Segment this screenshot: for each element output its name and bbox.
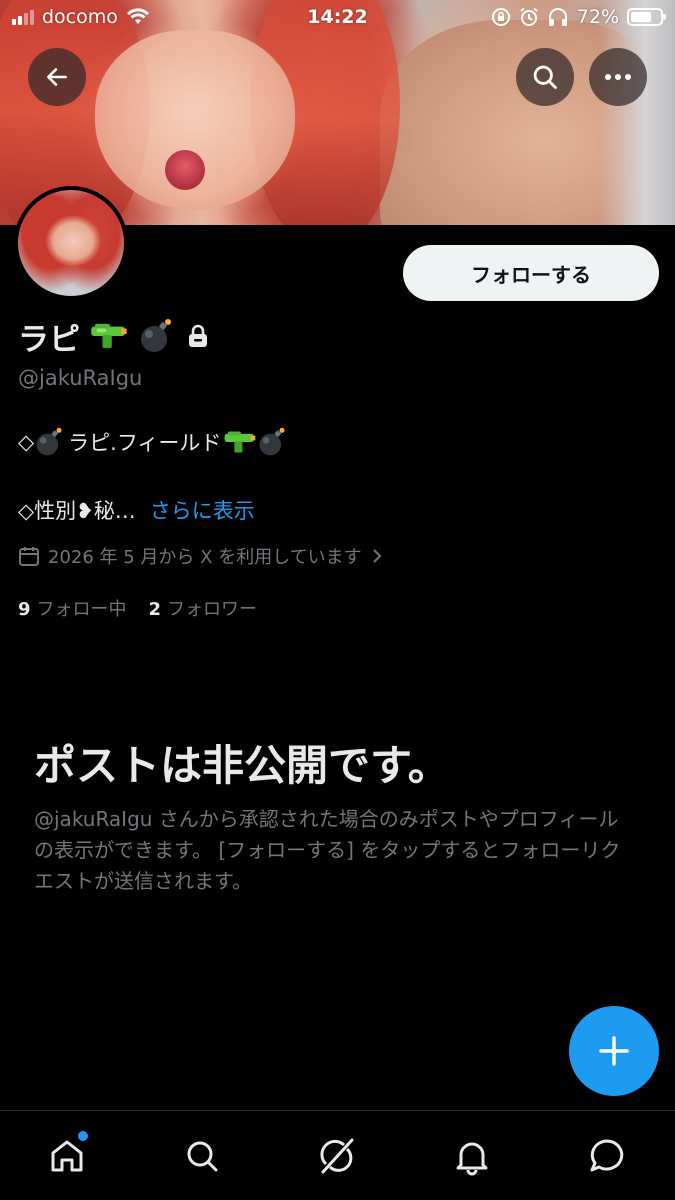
grok-icon [320, 1138, 354, 1174]
back-button[interactable] [28, 48, 86, 106]
chevron-right-icon [372, 549, 382, 563]
private-posts-description: @jakuRaIgu さんから承認された場合のみポストやプロフィールの表示ができ… [34, 807, 621, 893]
notifications-icon [456, 1142, 488, 1176]
followers-link[interactable]: 2 フォロワー [149, 595, 258, 621]
profile-handle: @jakuRaIgu [18, 366, 143, 390]
tab-search[interactable] [177, 1131, 227, 1181]
bio-line-1: ◇ ラピ.フィールド [18, 424, 287, 460]
joined-date: 2026 年 5 月から X を利用しています [48, 547, 362, 568]
display-name: ラピ [18, 321, 80, 358]
profile-name-row: ラピ [18, 314, 210, 358]
status-bar: docomo 14:22 72% [0, 0, 675, 38]
followers-count: 2 [148, 599, 162, 620]
following-link[interactable]: 9 フォロー中 [18, 595, 127, 621]
bio-line-2: ◇性別❥秘… さらに表示 [18, 494, 255, 526]
search-button[interactable] [516, 48, 574, 106]
lock-icon [189, 324, 207, 347]
alarm-icon [520, 7, 538, 26]
battery-percent: 72% [576, 6, 619, 28]
home-notification-dot [78, 1131, 88, 1141]
plus-icon [599, 1036, 629, 1066]
back-arrow-icon [47, 68, 67, 86]
followers-label: フォロワー [167, 599, 258, 620]
follow-button[interactable]: フォローする [403, 245, 659, 301]
joined-date-row[interactable]: 2026 年 5 月から X を利用しています [18, 542, 384, 570]
search-icon [533, 65, 557, 89]
tab-notifications[interactable] [447, 1131, 497, 1181]
home-icon [51, 1140, 83, 1172]
status-right: 72% [491, 6, 666, 28]
bio-text: ラピ.フィールド [68, 431, 222, 455]
search-icon [187, 1141, 218, 1172]
show-more-link[interactable]: さらに表示 [150, 495, 255, 525]
battery-icon [627, 8, 666, 26]
bio-prefix: ◇ [18, 430, 35, 454]
bio-line-2-text: ◇性別❥秘… [18, 499, 136, 523]
headphones-icon [548, 8, 567, 26]
tab-home[interactable] [42, 1131, 92, 1181]
more-icon [605, 74, 631, 80]
bottom-tab-bar [0, 1110, 675, 1200]
messages-icon [590, 1139, 624, 1172]
water-pistol-emoji [91, 323, 127, 349]
bomb-emoji [141, 319, 171, 352]
bomb-emoji [259, 427, 285, 456]
calendar-icon [19, 547, 39, 566]
tab-grok[interactable] [312, 1131, 362, 1181]
private-posts-title: ポストは非公開です。 [34, 741, 450, 790]
water-pistol-emoji [225, 431, 256, 453]
follow-counts: 9 フォロー中 2 フォロワー [18, 594, 257, 622]
tab-messages[interactable] [582, 1131, 632, 1181]
more-button[interactable] [589, 48, 647, 106]
banner-art-mouth [165, 150, 205, 190]
compose-button[interactable] [569, 1006, 659, 1096]
following-label: フォロー中 [36, 599, 127, 620]
bomb-emoji [36, 427, 62, 456]
following-count: 9 [18, 599, 31, 620]
avatar[interactable] [14, 186, 128, 300]
orientation-lock-icon [491, 8, 510, 26]
